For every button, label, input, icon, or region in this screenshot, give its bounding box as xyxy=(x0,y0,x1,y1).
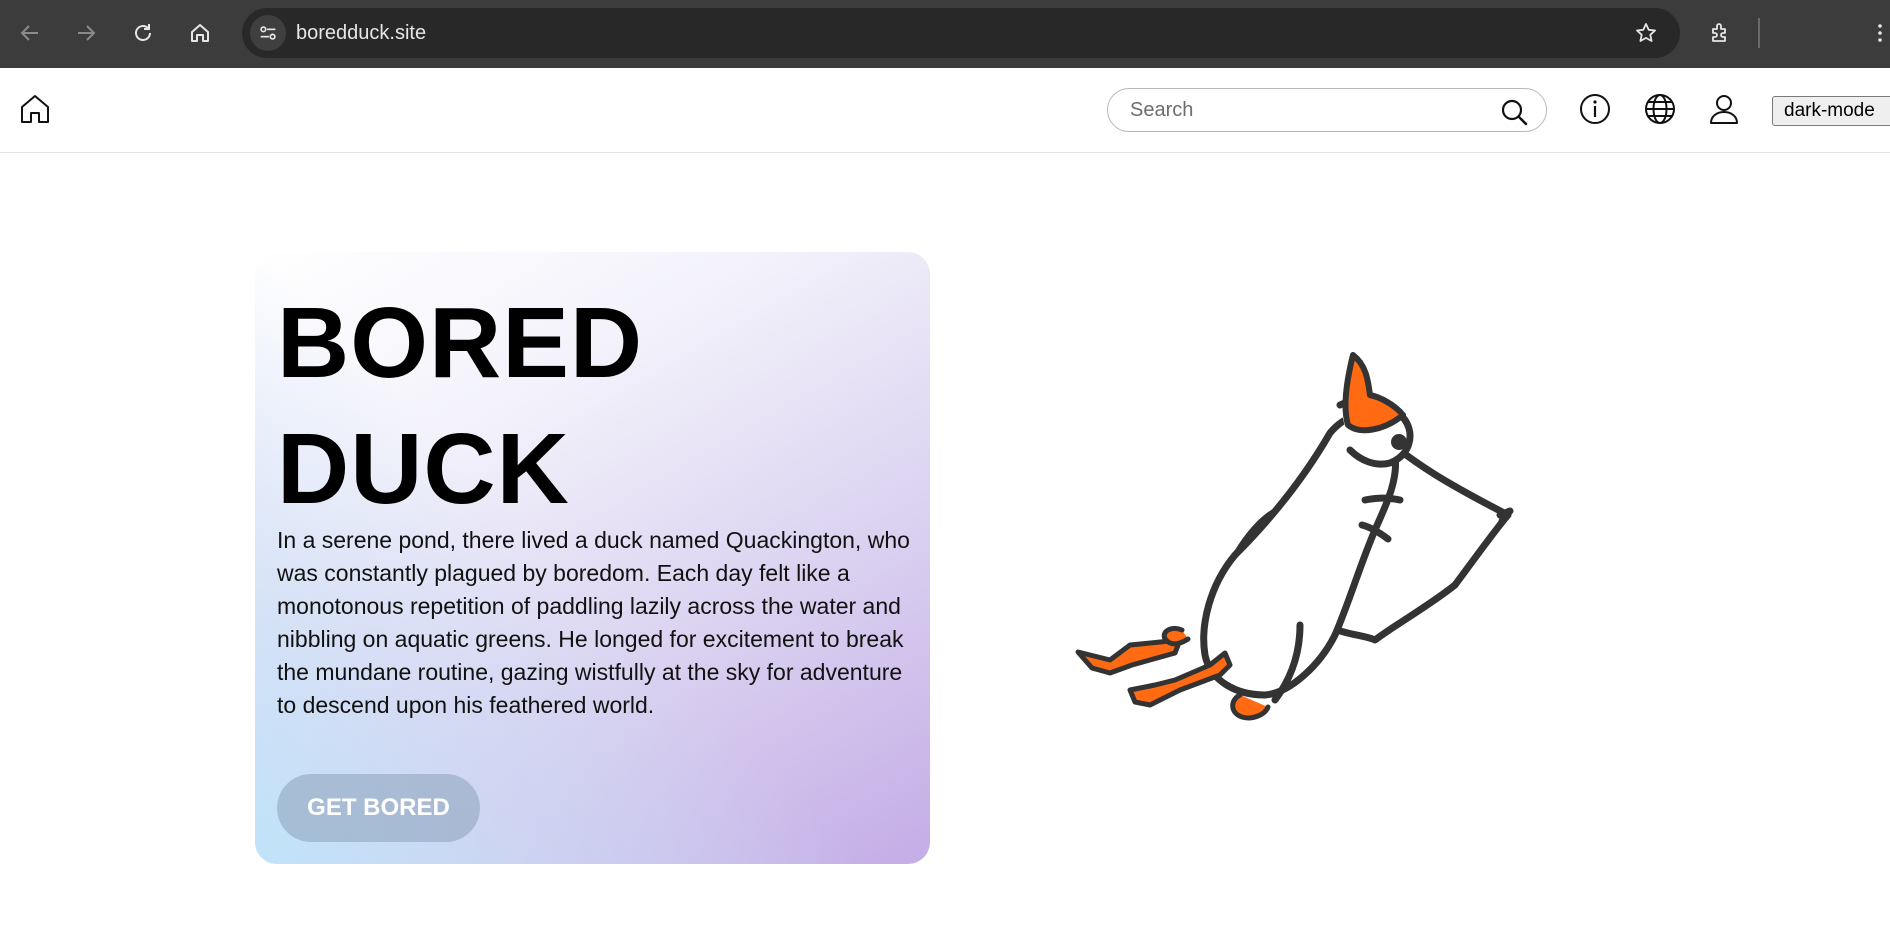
browser-toolbar: boredduck.site xyxy=(0,0,1890,68)
home-icon[interactable] xyxy=(180,13,220,53)
reload-icon[interactable] xyxy=(123,13,163,53)
search-box xyxy=(1107,88,1547,132)
bookmark-star-icon[interactable] xyxy=(1634,21,1658,45)
user-icon[interactable] xyxy=(1707,92,1741,126)
home-icon[interactable] xyxy=(18,92,52,126)
hero-description: In a serene pond, there lived a duck nam… xyxy=(277,527,910,718)
bored-duck-illustration xyxy=(1075,352,1514,721)
info-icon[interactable] xyxy=(1578,92,1612,126)
site-settings-icon[interactable] xyxy=(250,15,286,51)
globe-icon[interactable] xyxy=(1643,92,1677,126)
address-bar[interactable]: boredduck.site xyxy=(242,8,1680,58)
toolbar-divider xyxy=(1758,18,1760,48)
forward-arrow-icon[interactable] xyxy=(66,13,106,53)
search-icon[interactable] xyxy=(1500,98,1528,126)
site-header: dark-mode xyxy=(0,68,1890,153)
url-text[interactable]: boredduck.site xyxy=(296,8,426,58)
back-arrow-icon[interactable] xyxy=(10,13,50,53)
search-input[interactable] xyxy=(1130,95,1490,125)
get-bored-button[interactable]: GET BORED xyxy=(277,774,480,842)
menu-kebab-icon[interactable] xyxy=(1860,13,1890,53)
extensions-icon[interactable] xyxy=(1700,13,1740,53)
dark-mode-button[interactable]: dark-mode xyxy=(1772,96,1890,126)
hero-card: BORED DUCK In a serene pond, there lived… xyxy=(255,252,930,864)
hero-title: BORED DUCK xyxy=(277,287,644,525)
